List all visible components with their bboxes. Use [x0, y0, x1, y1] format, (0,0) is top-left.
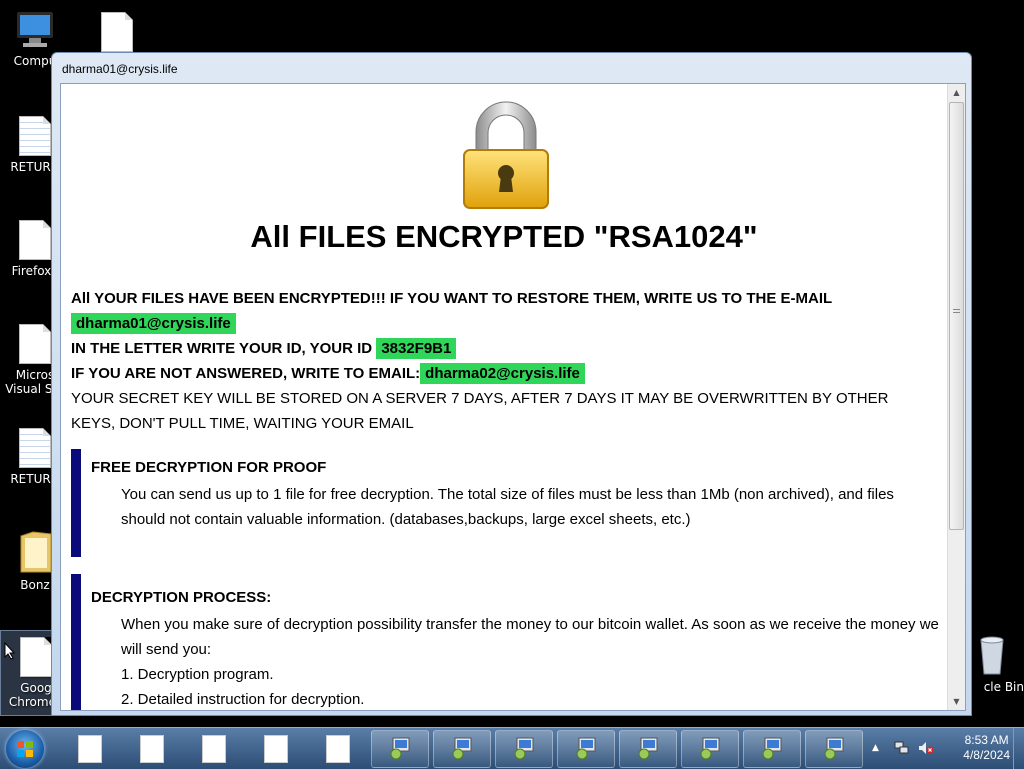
taskbar-item-app-7[interactable]	[743, 730, 801, 768]
taskbar-item-app-6[interactable]	[681, 730, 739, 768]
taskbar-item-document-3[interactable]	[202, 735, 226, 763]
folder-icon	[17, 528, 53, 574]
window-title[interactable]: dharma01@crysis.life	[52, 53, 971, 83]
note-headline: All FILES ENCRYPTED "RSA1024"	[250, 219, 758, 254]
email-primary[interactable]: dharma01@crysis.life	[71, 313, 236, 334]
note-body: All YOUR FILES HAVE BEEN ENCRYPTED!!! IF…	[71, 286, 931, 436]
document-icon	[20, 637, 52, 677]
system-tray: ▲ 8:53 AM 4/8/2024	[864, 728, 1024, 769]
id-label: IN THE LETTER WRITE YOUR ID, YOUR ID	[71, 340, 373, 357]
taskbar-item-app-1[interactable]	[371, 730, 429, 768]
ransom-note-window: dharma01@crysis.life All FILES ENCRYPTED…	[51, 52, 972, 716]
windows-logo-icon	[17, 741, 33, 757]
taskbar-item-app-2[interactable]	[433, 730, 491, 768]
taskbar-item-document-1[interactable]	[78, 735, 102, 763]
scroll-up-arrow-icon[interactable]: ▲	[948, 84, 965, 101]
text-file-icon	[19, 116, 51, 156]
taskbar-clock[interactable]: 8:53 AM 4/8/2024	[963, 733, 1010, 763]
taskbar-item-app-8[interactable]	[805, 730, 863, 768]
setup-program-icon	[762, 737, 782, 760]
email-secondary[interactable]: dharma02@crysis.life	[420, 363, 585, 384]
volume-muted-icon[interactable]	[918, 741, 934, 758]
taskbar: ▲ 8:53 AM 4/8/2024	[0, 727, 1024, 769]
setup-program-icon	[576, 737, 596, 760]
text-file-icon	[19, 428, 51, 468]
setup-program-icon	[390, 737, 410, 760]
section-heading: DECRYPTION PROCESS:	[91, 589, 272, 606]
setup-program-icon	[638, 737, 658, 760]
computer-icon	[13, 10, 57, 50]
show-desktop-button[interactable]	[1013, 728, 1024, 769]
desktop-icon-document[interactable]	[82, 12, 152, 56]
start-button[interactable]	[6, 730, 44, 768]
document-icon	[101, 12, 133, 52]
network-icon[interactable]	[894, 741, 910, 758]
document-icon	[19, 220, 51, 260]
victim-id: 3832F9B1	[376, 338, 457, 359]
setup-program-icon	[700, 737, 720, 760]
taskbar-item-document-4[interactable]	[264, 735, 288, 763]
setup-program-icon	[824, 737, 844, 760]
taskbar-item-app-4[interactable]	[557, 730, 615, 768]
process-item-1: 1. Decryption program.	[121, 666, 274, 683]
setup-program-icon	[514, 737, 534, 760]
secret-key-warning: YOUR SECRET KEY WILL BE STORED ON A SERV…	[71, 390, 889, 432]
padlock-icon	[456, 96, 556, 214]
scroll-down-arrow-icon[interactable]: ▼	[948, 693, 965, 710]
free-decryption-section: FREE DECRYPTION FOR PROOF You can send u…	[71, 449, 947, 557]
window-client-area: All FILES ENCRYPTED "RSA1024" All YOUR F…	[60, 83, 966, 711]
section-body: When you make sure of decryption possibi…	[81, 612, 947, 710]
alt-email-label: IF YOU ARE NOT ANSWERED, WRITE TO EMAIL:	[71, 365, 421, 382]
taskbar-item-app-3[interactable]	[495, 730, 553, 768]
taskbar-item-app-5[interactable]	[619, 730, 677, 768]
document-icon	[19, 324, 51, 364]
setup-program-icon	[452, 737, 472, 760]
section-body: You can send us up to 1 file for free de…	[121, 486, 894, 528]
recycle-bin-icon	[977, 632, 1007, 676]
vertical-scrollbar[interactable]: ▲ ▼	[947, 84, 965, 710]
taskbar-item-document-5[interactable]	[326, 735, 350, 763]
clock-time: 8:53 AM	[964, 733, 1009, 747]
mouse-cursor-icon	[4, 641, 16, 664]
section-heading: FREE DECRYPTION FOR PROOF	[91, 459, 327, 476]
taskbar-item-document-2[interactable]	[140, 735, 164, 763]
note-content: All FILES ENCRYPTED "RSA1024" All YOUR F…	[61, 84, 947, 710]
scrollbar-thumb[interactable]	[949, 102, 964, 530]
note-line-1: All YOUR FILES HAVE BEEN ENCRYPTED!!! IF…	[71, 290, 833, 307]
process-text: When you make sure of decryption possibi…	[121, 616, 939, 658]
decryption-process-section: DECRYPTION PROCESS: When you make sure o…	[71, 574, 947, 710]
process-item-2: 2. Detailed instruction for decryption.	[121, 691, 365, 708]
show-hidden-icons-icon[interactable]: ▲	[872, 743, 879, 753]
clock-date: 4/8/2024	[963, 748, 1010, 762]
